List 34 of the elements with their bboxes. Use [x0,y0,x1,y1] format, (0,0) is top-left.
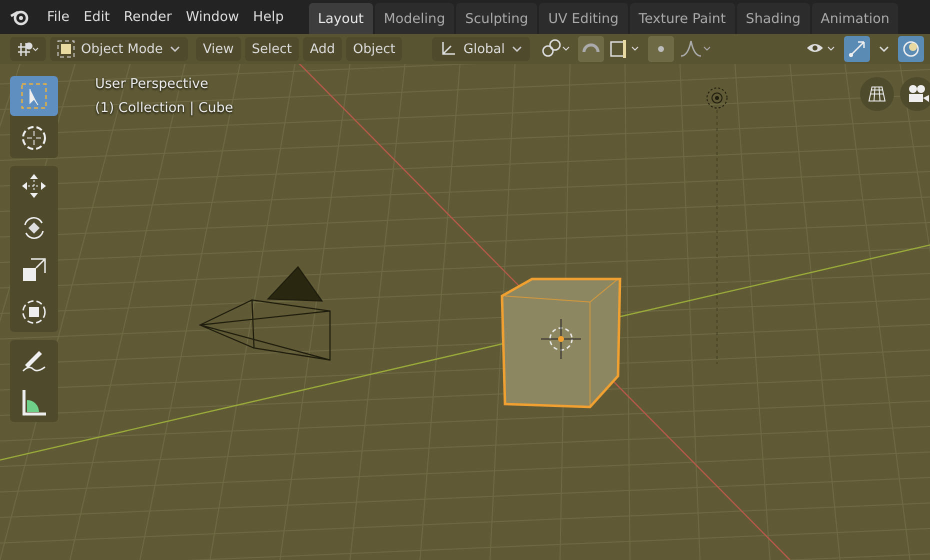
view-name-label: User Perspective [95,76,210,92]
workspace-tab[interactable]: Animation [812,3,898,34]
menu-item[interactable]: Render [116,9,179,25]
cursor-icon [19,123,49,153]
workspace-tab[interactable]: Shading [736,3,810,34]
header-menu[interactable]: Select [244,37,299,61]
workspace-tab[interactable]: UV Editing [539,3,628,34]
header-menu[interactable]: Object [346,37,402,61]
proportional-edit-icon[interactable] [648,36,674,62]
origin-cursor-icon [540,318,582,360]
camera-view-icon[interactable] [900,77,930,111]
orientation-dropdown[interactable]: Global [432,37,530,61]
gizmo-toggle-icon[interactable] [844,36,870,62]
editor-type-button[interactable] [10,37,46,61]
workspace-tab[interactable]: Modeling [374,3,454,34]
select-box-icon [19,81,49,111]
menu-item[interactable]: Window [178,9,246,25]
context-label: (1) Collection | Cube [95,100,234,116]
workspace-tab[interactable]: Sculpting [456,3,538,34]
object-mode-icon [57,40,75,58]
menu-item[interactable]: File [40,9,77,25]
workspace-tab[interactable]: Layout [308,3,373,34]
grid-editor-icon [17,41,39,57]
caret-icon [510,45,523,53]
caret-icon [168,45,181,53]
menu-item[interactable]: Help [246,9,291,25]
magnet-icon[interactable] [578,36,604,62]
workspace-tab[interactable]: Texture Paint [630,3,735,34]
grid-view-icon[interactable] [860,77,894,111]
light-icon [706,88,728,364]
header-menu[interactable]: View [196,37,241,61]
mode-dropdown[interactable]: Object Mode [50,37,188,61]
header-menu[interactable]: Add [302,37,342,61]
menu-item[interactable]: Edit [76,9,117,25]
